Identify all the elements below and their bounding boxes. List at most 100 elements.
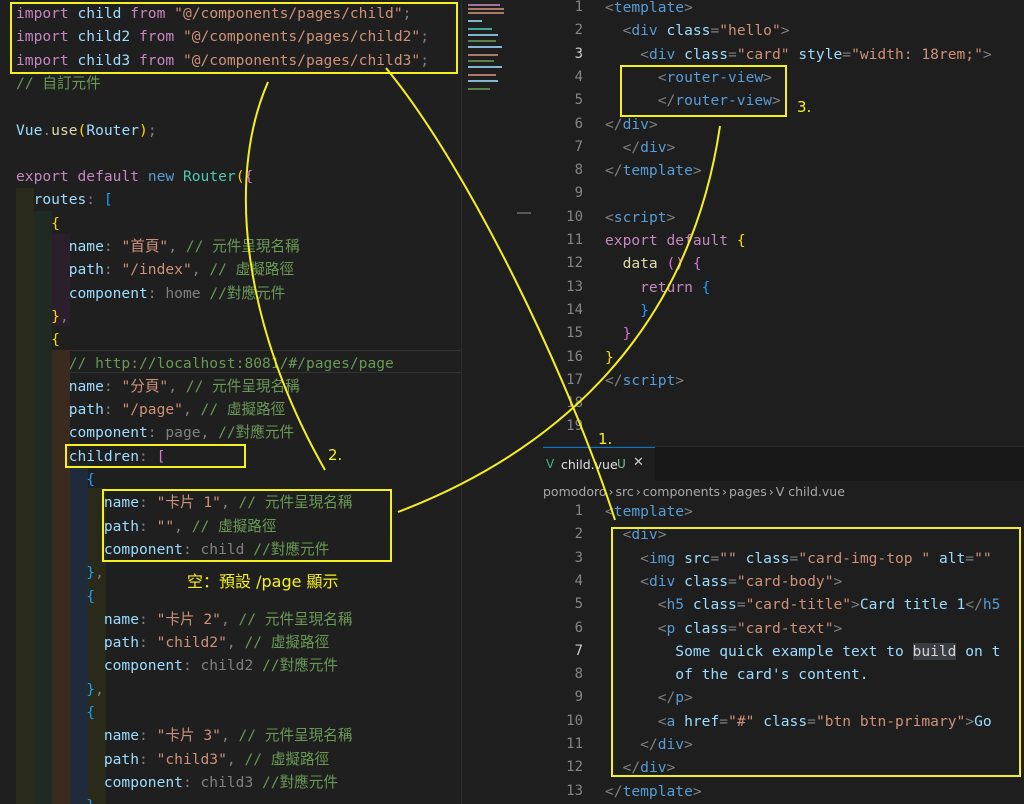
code-line[interactable]: <img src="" class="card-img-top " alt="" bbox=[605, 547, 992, 570]
code-line[interactable]: <div class="hello"> bbox=[605, 19, 790, 42]
code-line[interactable]: component: home //對應元件 bbox=[16, 282, 286, 305]
code-line[interactable]: </p> bbox=[605, 686, 693, 709]
code-token: > bbox=[648, 115, 658, 133]
code-token: // 自訂元件 bbox=[16, 74, 101, 92]
code-token: //對應元件 bbox=[253, 540, 330, 558]
code-token: </ bbox=[605, 138, 641, 156]
code-line[interactable]: </script> bbox=[605, 369, 684, 392]
code-line[interactable]: </template> bbox=[605, 780, 702, 803]
close-icon[interactable]: ✕ bbox=[633, 455, 644, 470]
code-line[interactable]: path: "/index", // 虛擬路徑 bbox=[16, 258, 294, 281]
code-line[interactable]: }, bbox=[16, 678, 104, 701]
code-token: h5 bbox=[982, 596, 1001, 614]
code-line[interactable]: component: page, //對應元件 bbox=[16, 421, 294, 444]
minimap-line bbox=[468, 20, 482, 22]
code-line[interactable]: <a href="#" class="btn btn-primary">Go bbox=[605, 710, 992, 733]
code-line[interactable]: </div> bbox=[605, 733, 693, 756]
editor-splitter[interactable] bbox=[513, 0, 543, 804]
code-line[interactable]: { bbox=[16, 468, 95, 491]
line-number: 13 bbox=[566, 782, 583, 799]
code-line[interactable]: of the card's content. bbox=[605, 663, 868, 686]
code-line[interactable]: } bbox=[16, 794, 95, 804]
code-line[interactable]: <div> bbox=[605, 523, 667, 546]
breadcrumb-item[interactable]: pages bbox=[729, 484, 767, 499]
code-line[interactable]: export default { bbox=[605, 229, 746, 252]
code-line[interactable]: component: child2 //對應元件 bbox=[16, 654, 338, 677]
code-line[interactable]: Vue.use(Router); bbox=[16, 119, 157, 142]
code-line[interactable]: <template> bbox=[605, 500, 693, 523]
code-line[interactable]: name: "卡片 3", // 元件呈現名稱 bbox=[16, 724, 353, 747]
code-line[interactable]: <h5 class="card-title">Card title 1</h5 bbox=[605, 593, 1001, 616]
code-line[interactable]: </div> bbox=[605, 756, 676, 779]
code-token: use bbox=[51, 121, 78, 139]
code-token: path bbox=[16, 750, 140, 768]
breadcrumb-item[interactable]: components bbox=[643, 484, 720, 499]
code-line[interactable]: </template> bbox=[605, 159, 702, 182]
line-number: 6 bbox=[574, 115, 583, 132]
code-line[interactable]: name: "首頁", // 元件呈現名稱 bbox=[16, 235, 300, 258]
code-line[interactable]: path: "child2", // 虛擬路徑 bbox=[16, 631, 329, 654]
breadcrumb-item[interactable]: pomodoro bbox=[543, 484, 607, 499]
code-line[interactable]: </router-view> bbox=[605, 89, 781, 112]
code-line[interactable]: { bbox=[16, 328, 60, 351]
code-token: > bbox=[675, 371, 685, 389]
code-line[interactable]: routes: [ bbox=[16, 188, 113, 211]
code-line[interactable]: data () { bbox=[605, 252, 702, 275]
breadcrumb-separator: › bbox=[722, 484, 727, 499]
code-line[interactable]: <template> bbox=[605, 0, 693, 19]
code-line[interactable]: path: "/page", // 虛擬路徑 bbox=[16, 398, 286, 421]
code-line[interactable]: path: "", // 虛擬路徑 bbox=[16, 515, 277, 538]
code-line[interactable]: import child3 from "@/components/pages/c… bbox=[16, 49, 429, 72]
code-line[interactable]: } bbox=[605, 322, 632, 345]
code-token: > bbox=[684, 736, 693, 753]
code-line[interactable]: <p class="card-text"> bbox=[605, 617, 843, 640]
code-line[interactable]: <script> bbox=[605, 206, 675, 229]
code-line[interactable]: <div class="card-body"> bbox=[605, 570, 842, 593]
code-line[interactable]: }, bbox=[16, 305, 69, 328]
code-line[interactable]: path: "child3", // 虛擬路徑 bbox=[16, 748, 329, 771]
code-line[interactable]: // http://localhost:8081/#/pages/page bbox=[16, 352, 394, 375]
code-line[interactable]: component: child3 //對應元件 bbox=[16, 771, 338, 794]
code-line[interactable]: } bbox=[605, 346, 614, 369]
breadcrumb-item[interactable]: src bbox=[616, 484, 634, 499]
code-token: < bbox=[605, 619, 667, 637]
code-line[interactable]: name: "卡片 2", // 元件呈現名稱 bbox=[16, 608, 353, 631]
minimap[interactable] bbox=[461, 0, 514, 804]
minimap-line bbox=[468, 66, 502, 68]
line-number: 7 bbox=[574, 642, 583, 659]
code-token: < bbox=[605, 208, 614, 226]
code-line[interactable]: name: "卡片 1", // 元件呈現名稱 bbox=[16, 491, 353, 514]
code-token: div bbox=[648, 572, 685, 590]
code-line[interactable]: name: "分頁", // 元件呈現名稱 bbox=[16, 375, 300, 398]
code-line[interactable]: } bbox=[605, 299, 649, 322]
code-token: { bbox=[16, 214, 60, 232]
code-line[interactable]: component: child //對應元件 bbox=[16, 538, 329, 561]
left-editor-pane[interactable]: import child from "@/components/pages/ch… bbox=[0, 0, 461, 804]
code-line[interactable]: { bbox=[16, 212, 60, 235]
code-line[interactable]: // 自訂元件 bbox=[16, 72, 101, 95]
breadcrumb-separator: › bbox=[635, 484, 641, 499]
minimap-line bbox=[468, 54, 498, 56]
code-line[interactable]: <div class="card" style="width: 18rem;"> bbox=[605, 43, 992, 66]
code-token: path bbox=[16, 261, 104, 279]
right-editor-group[interactable]: 1 <template> 2 <div class="hello"> 3 <div c… bbox=[543, 0, 1024, 804]
code-token: </ bbox=[605, 371, 623, 389]
code-line[interactable]: { bbox=[16, 701, 95, 724]
code-line[interactable]: <router-view> bbox=[605, 66, 772, 89]
code-token: } bbox=[605, 325, 632, 343]
code-line[interactable]: export default new Router({ bbox=[16, 165, 253, 188]
code-line[interactable]: children: [ bbox=[16, 445, 166, 468]
code-line[interactable]: import child from "@/components/pages/ch… bbox=[16, 2, 411, 25]
scroll-indicator[interactable] bbox=[517, 212, 531, 214]
breadcrumb-item[interactable]: V child.vue bbox=[776, 484, 845, 499]
code-line[interactable]: Some quick example text to build on t bbox=[605, 640, 1000, 663]
code-line[interactable]: { bbox=[16, 585, 95, 608]
code-line[interactable]: </div> bbox=[605, 113, 658, 136]
breadcrumb[interactable]: pomodoro › src › components › pages › V child.vu… bbox=[543, 481, 847, 503]
code-line[interactable]: </div> bbox=[605, 136, 676, 159]
tab-child-vue[interactable]: V child.vue U ✕ bbox=[543, 447, 655, 482]
code-line[interactable]: return { bbox=[605, 276, 710, 299]
code-line[interactable]: import child2 from "@/components/pages/c… bbox=[16, 25, 429, 48]
code-line[interactable]: }, bbox=[16, 561, 104, 584]
code-token: = bbox=[728, 619, 737, 637]
